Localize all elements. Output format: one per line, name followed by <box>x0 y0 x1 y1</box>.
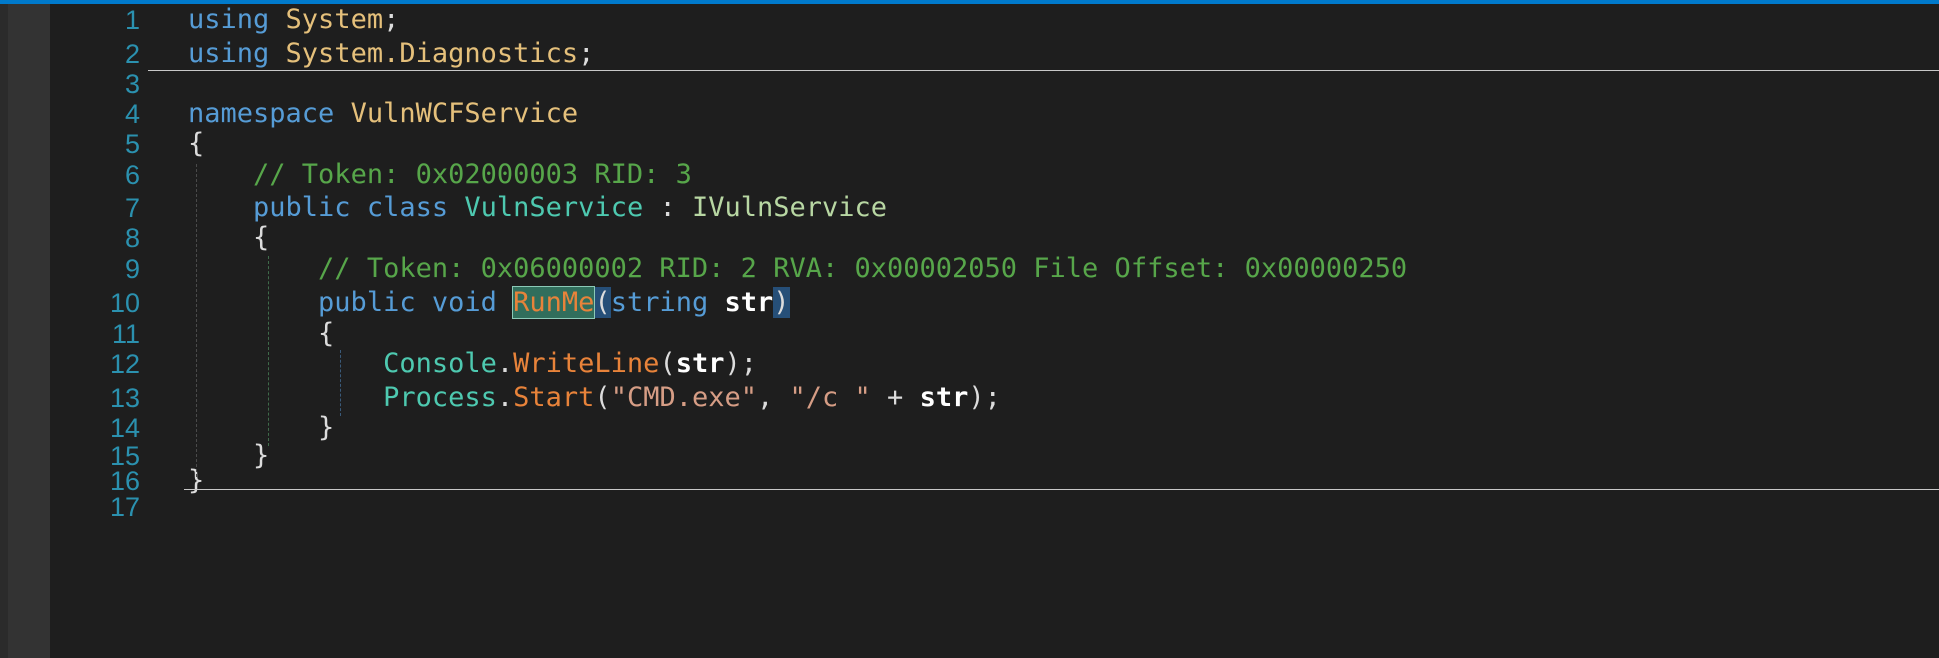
code-text[interactable]: public class VulnService : IVulnService <box>188 192 887 224</box>
code-text[interactable]: // Token: 0x02000003 RID: 3 <box>188 159 692 191</box>
code-line-4[interactable]: 4 namespace VulnWCFService <box>50 98 1939 130</box>
comment-token: // Token: 0x02000003 RID: 3 <box>253 159 692 190</box>
line-number: 2 <box>124 39 140 69</box>
code-line-5[interactable]: 5 { <box>50 128 1939 160</box>
line-number: 11 <box>111 319 140 349</box>
code-line-12[interactable]: 12 Console.WriteLine(str); <box>50 348 1939 380</box>
indent-guide-namespace <box>196 164 197 477</box>
code-text[interactable]: public void RunMe(string str) <box>188 286 790 319</box>
code-text[interactable]: namespace VulnWCFService <box>188 98 578 130</box>
comment-token: // Token: 0x06000002 RID: 2 RVA: 0x00002… <box>318 253 1408 284</box>
open-brace-token: { <box>318 318 335 349</box>
method-name-token: WriteLine <box>513 348 660 379</box>
parameter-token: str <box>675 348 725 379</box>
code-text[interactable]: { <box>188 128 204 160</box>
line-number: 4 <box>124 99 140 129</box>
class-name-token: Console <box>383 348 497 379</box>
open-brace-token: { <box>188 128 205 159</box>
string-literal-token: "/c " <box>789 382 871 413</box>
code-line-2[interactable]: 2 using System.Diagnostics; <box>50 38 1939 70</box>
paren-close-matched: ) <box>773 287 790 318</box>
code-line-6[interactable]: 6 // Token: 0x02000003 RID: 3 <box>50 159 1939 191</box>
indent-guide-class <box>268 256 269 446</box>
keyword-token: void <box>431 287 497 318</box>
line-number: 13 <box>109 383 140 413</box>
keyword-token: using <box>188 38 270 69</box>
parameter-token: str <box>919 382 969 413</box>
namespace-block-separator <box>184 489 1939 490</box>
punctuation-token: ); <box>724 348 758 379</box>
code-line-17[interactable]: 17 <box>50 491 1939 523</box>
close-brace-token: } <box>318 412 335 443</box>
indent-guide-method <box>340 350 341 416</box>
code-line-1[interactable]: 1 using System; <box>50 4 1939 36</box>
editor-left-margin <box>0 4 8 658</box>
keyword-token: public <box>318 287 416 318</box>
code-line-11[interactable]: 11 { <box>50 318 1939 350</box>
interface-name-token: IVulnService <box>691 192 888 223</box>
punctuation-token: . <box>496 382 514 413</box>
keyword-token: class <box>366 192 449 223</box>
selection-margin <box>8 4 50 658</box>
code-text[interactable]: using System; <box>188 4 399 36</box>
punctuation-token: : <box>643 192 692 223</box>
keyword-token: using <box>188 4 270 35</box>
code-editor[interactable]: 1 using System; 2 using System.Diagnosti… <box>50 4 1939 658</box>
keyword-token: string <box>610 287 709 318</box>
code-line-10[interactable]: 10 public void RunMe(string str) <box>50 286 1939 319</box>
class-name-token: Process <box>383 382 497 413</box>
punctuation-token: ; <box>383 4 400 35</box>
line-number: 10 <box>109 288 140 318</box>
method-name-token: Start <box>513 382 595 413</box>
line-number: 6 <box>124 160 140 190</box>
punctuation-token: , <box>757 382 790 413</box>
punctuation-token: . <box>496 348 514 379</box>
line-number: 17 <box>109 492 140 522</box>
parameter-token: str <box>724 287 774 318</box>
code-line-8[interactable]: 8 { <box>50 222 1939 254</box>
line-number: 9 <box>124 254 140 284</box>
line-number: 3 <box>124 69 140 99</box>
paren-open-matched: ( <box>594 287 611 318</box>
punctuation-token: ( <box>659 348 676 379</box>
namespace-token: System <box>285 4 384 35</box>
namespace-token: System.Diagnostics <box>285 38 579 69</box>
code-line-7[interactable]: 7 public class VulnService : IVulnServic… <box>50 192 1939 224</box>
line-number: 12 <box>109 349 140 379</box>
class-name-token: VulnService <box>464 192 644 223</box>
operator-token: + <box>870 382 920 413</box>
method-name-highlighted[interactable]: RunMe <box>512 286 596 319</box>
line-number: 5 <box>124 129 140 159</box>
keyword-token: namespace <box>188 98 335 129</box>
code-text[interactable]: using System.Diagnostics; <box>188 38 594 70</box>
code-line-9[interactable]: 9 // Token: 0x06000002 RID: 2 RVA: 0x000… <box>50 253 1939 285</box>
namespace-token: VulnWCFService <box>350 98 579 129</box>
line-number: 7 <box>124 193 140 223</box>
code-text[interactable]: Console.WriteLine(str); <box>188 348 757 380</box>
code-text[interactable]: { <box>188 318 334 350</box>
string-literal-token: "CMD.exe" <box>610 382 757 413</box>
punctuation-token: ); <box>968 382 1001 413</box>
code-line-3[interactable]: 3 <box>50 68 1939 100</box>
open-brace-token: { <box>253 222 270 253</box>
keyword-token: public <box>253 192 351 223</box>
line-number: 1 <box>124 5 140 35</box>
line-number: 8 <box>124 223 140 253</box>
code-text[interactable]: Process.Start("CMD.exe", "/c " + str); <box>188 382 1001 414</box>
code-line-13[interactable]: 13 Process.Start("CMD.exe", "/c " + str)… <box>50 382 1939 414</box>
code-text[interactable]: { <box>188 222 269 254</box>
punctuation-token: ; <box>578 38 595 69</box>
punctuation-token: ( <box>594 382 611 413</box>
code-text[interactable]: // Token: 0x06000002 RID: 2 RVA: 0x00002… <box>188 253 1407 285</box>
